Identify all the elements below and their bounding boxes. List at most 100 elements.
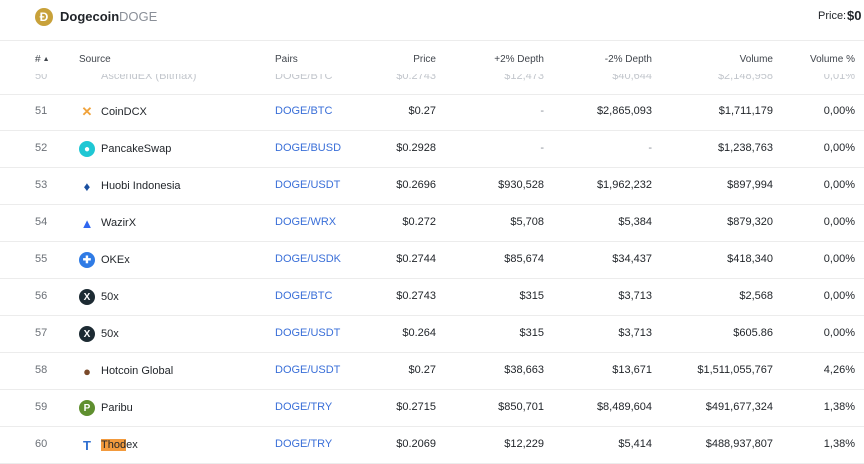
source-cell[interactable]: T Thodex [79, 437, 138, 453]
minus-depth-cell: $13,671 [612, 364, 652, 376]
okex-icon: ✚ [79, 252, 95, 268]
plus-depth-cell: $930,528 [498, 179, 544, 191]
wazirx-icon: ▲ [80, 215, 94, 231]
column-header-pairs[interactable]: Pairs [275, 54, 298, 65]
source-name[interactable]: Thodex [101, 439, 138, 451]
source-cell[interactable]: ● PancakeSwap [79, 141, 171, 157]
pair-link[interactable]: DOGE/TRY [275, 401, 332, 413]
thodex-icon: T [83, 437, 91, 453]
plus-depth-cell: $12,229 [504, 438, 544, 450]
row-number: 56 [35, 290, 48, 302]
source-name[interactable]: Hotcoin Global [101, 365, 173, 377]
table-row[interactable]: 60 T Thodex DOGE/TRY $0.2069 $12,229 $5,414 $48… [0, 427, 864, 464]
table-row[interactable]: 54 ▲ WazirX DOGE/WRX $0.272 $5,708 $5,384 $879,… [0, 205, 864, 242]
price-cell: $0.264 [402, 327, 436, 339]
source-name[interactable]: OKEx [101, 254, 130, 266]
price-cell: $0.272 [402, 216, 436, 228]
minus-depth-cell: $34,437 [612, 253, 652, 265]
column-header-rank[interactable]: # ▲ [35, 54, 50, 65]
table-row[interactable]: 58 ● Hotcoin Global DOGE/USDT $0.27 $38,663 $1… [0, 353, 864, 390]
source-name[interactable]: Paribu [101, 402, 133, 414]
minus-depth-cell: $40,644 [612, 74, 652, 82]
volume-pct-cell: 1,38% [823, 438, 855, 450]
volume-cell: $2,148,958 [717, 74, 773, 82]
table-row[interactable]: 52 ● PancakeSwap DOGE/BUSD $0.2928 - - $1,238,7… [0, 131, 864, 168]
volume-pct-cell: 0,00% [823, 327, 855, 339]
source-name[interactable]: 50x [101, 328, 119, 340]
row-number: 54 [35, 216, 48, 228]
plus-depth-cell: $315 [519, 327, 544, 339]
source-name[interactable]: Huobi Indonesia [101, 180, 181, 192]
column-header-plus-depth[interactable]: +2% Depth [494, 54, 544, 65]
source-cell[interactable]: ▲ WazirX [79, 215, 136, 231]
row-number: 53 [35, 179, 48, 191]
table-row[interactable]: 59 P Paribu DOGE/TRY $0.2715 $850,701 $8,489,6… [0, 390, 864, 427]
table-row[interactable]: 57 X 50x DOGE/USDT $0.264 $315 $3,713 $605.86 0,… [0, 316, 864, 353]
volume-pct-cell: 0,00% [823, 105, 855, 117]
pair-link[interactable]: DOGE/USDT [275, 327, 340, 339]
column-header-volume[interactable]: Volume [740, 54, 773, 65]
volume-cell: $418,340 [727, 253, 773, 265]
source-cell[interactable]: ♦ Huobi Indonesia [79, 178, 181, 194]
minus-depth-cell: $5,414 [618, 438, 652, 450]
source-cell[interactable]: X 50x [79, 289, 119, 305]
source-name[interactable]: 50x [101, 291, 119, 303]
source-cell[interactable]: ● Hotcoin Global [79, 363, 173, 379]
row-number: 51 [35, 105, 48, 117]
volume-pct-cell: 0,00% [823, 290, 855, 302]
volume-pct-cell: 0,00% [823, 253, 855, 265]
volume-pct-cell: 1,38% [823, 401, 855, 413]
pancakeswap-icon: ● [79, 141, 95, 157]
pair-link[interactable]: DOGE/USDT [275, 179, 340, 191]
source-cell[interactable]: ✕ CoinDCX [79, 104, 147, 120]
hotcoin-icon: ● [83, 363, 91, 379]
pair-link[interactable]: DOGE/BTC [275, 74, 332, 82]
source-name[interactable]: PancakeSwap [101, 143, 171, 155]
plus-depth-cell: $850,701 [498, 401, 544, 413]
sort-ascending-icon[interactable]: ▲ [43, 56, 50, 63]
table-row[interactable]: 56 X 50x DOGE/BTC $0.2743 $315 $3,713 $2,568 0,0… [0, 279, 864, 316]
column-header-price[interactable]: Price [413, 54, 436, 65]
column-header-minus-depth[interactable]: -2% Depth [605, 54, 652, 65]
50x-icon: X [79, 289, 95, 305]
volume-cell: $491,677,324 [705, 401, 773, 413]
plus-depth-cell: $5,708 [510, 216, 544, 228]
minus-depth-cell: $3,713 [618, 290, 652, 302]
volume-pct-cell: 0,00% [823, 142, 855, 154]
source-name[interactable]: AscendEX (Bitmax) [101, 74, 196, 82]
pair-link[interactable]: DOGE/BUSD [275, 142, 341, 154]
source-name[interactable]: WazirX [101, 217, 136, 229]
table-row[interactable]: 51 ✕ CoinDCX DOGE/BTC $0.27 - $2,865,093 $1,711… [0, 94, 864, 131]
plus-depth-cell: - [540, 105, 544, 117]
column-header-volume-pct[interactable]: Volume % [810, 54, 855, 65]
50x-icon: X [79, 326, 95, 342]
pair-link[interactable]: DOGE/BTC [275, 290, 332, 302]
row-number: 55 [35, 253, 48, 265]
table-row[interactable]: 55 ✚ OKEx DOGE/USDK $0.2744 $85,674 $34,437 $41… [0, 242, 864, 279]
coin-header: Ð Dogecoin DOGE Price: $0 [0, 0, 864, 41]
table-row-partial[interactable]: 50 AscendEX (Bitmax) DOGE/BTC $0.2743 $1… [0, 74, 864, 95]
column-header-source[interactable]: Source [79, 54, 111, 65]
price-cell: $0.2743 [396, 74, 436, 82]
minus-depth-cell: - [648, 142, 652, 154]
volume-cell: $2,568 [739, 290, 773, 302]
huobi-icon: ♦ [83, 178, 91, 194]
pair-link[interactable]: DOGE/WRX [275, 216, 336, 228]
source-cell[interactable]: X 50x [79, 326, 119, 342]
pair-link[interactable]: DOGE/TRY [275, 438, 332, 450]
source-cell[interactable]: P Paribu [79, 400, 133, 416]
coin-name: Dogecoin [60, 9, 120, 24]
pair-link[interactable]: DOGE/BTC [275, 105, 332, 117]
highlighted-text: Thod [101, 439, 127, 451]
table-row[interactable]: 53 ♦ Huobi Indonesia DOGE/USDT $0.2696 $930,5… [0, 168, 864, 205]
price-cell: $0.2696 [396, 179, 436, 191]
source-name[interactable]: CoinDCX [101, 106, 147, 118]
volume-cell: $879,320 [727, 216, 773, 228]
pair-link[interactable]: DOGE/USDK [275, 253, 341, 265]
plus-depth-cell: $38,663 [504, 364, 544, 376]
pair-link[interactable]: DOGE/USDT [275, 364, 340, 376]
row-number: 52 [35, 142, 48, 154]
row-number: 60 [35, 438, 48, 450]
minus-depth-cell: $2,865,093 [596, 105, 652, 117]
source-cell[interactable]: ✚ OKEx [79, 252, 130, 268]
